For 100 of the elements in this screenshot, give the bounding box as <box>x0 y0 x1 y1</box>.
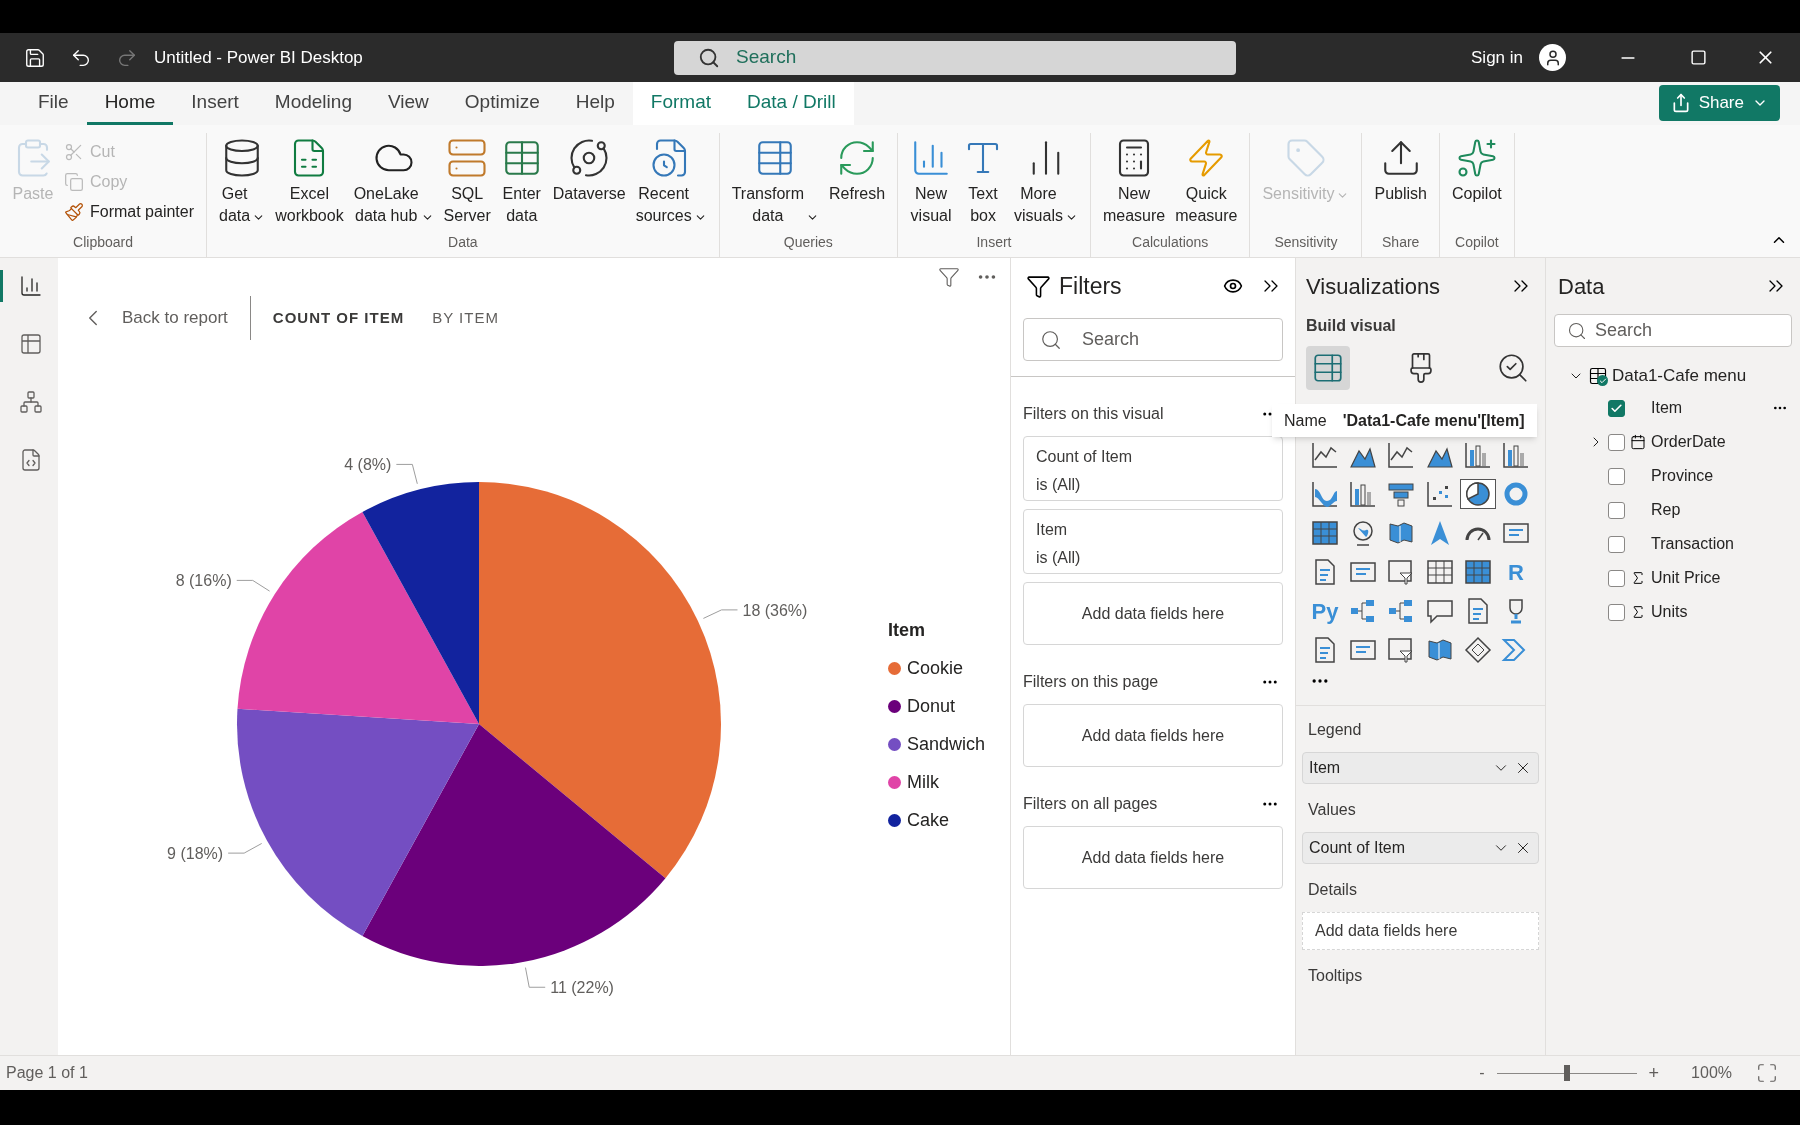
pane-title: Visualizations <box>1306 272 1441 301</box>
ribbon-button[interactable]: Quick measure <box>1171 133 1242 227</box>
search-field[interactable]: Search <box>1554 314 1792 347</box>
slider-thumb[interactable] <box>1563 1065 1570 1081</box>
filter-icon <box>1026 273 1051 299</box>
diamond-icon <box>1462 635 1493 665</box>
ribbon-button[interactable]: Transform data <box>727 133 823 227</box>
section-title: Filters on this page <box>1023 672 1159 692</box>
field-checkbox[interactable] <box>1608 433 1625 451</box>
ribbon-button[interactable]: Recent sources <box>631 133 711 227</box>
filter-condition: is (All) <box>1036 475 1082 495</box>
field-checkbox[interactable] <box>1608 603 1625 621</box>
filter-card[interactable]: Item is (All) <box>1023 509 1283 574</box>
zoom-in-button[interactable]: + <box>1644 1059 1664 1087</box>
ribbon-tab[interactable]: Format <box>632 82 730 125</box>
ribbon-button[interactable]: Excel workbook <box>271 133 348 227</box>
search-field[interactable]: Search <box>674 40 1236 75</box>
field-checkbox[interactable] <box>1608 399 1625 417</box>
tooltip-value: 'Data1-Cafe menu'[Item] <box>1342 410 1525 431</box>
table-icon <box>1462 557 1493 587</box>
eye-icon[interactable] <box>1223 276 1243 296</box>
sign-in-link[interactable]: Sign in <box>1471 44 1523 71</box>
ribbon-tab[interactable]: Help <box>557 82 633 125</box>
ribbon-button[interactable]: More visuals <box>1010 133 1082 227</box>
drop-zone[interactable]: Add data fields here <box>1023 582 1283 645</box>
ribbon-button[interactable]: Enter data <box>496 133 547 227</box>
tooltip-key: Name <box>1284 408 1327 433</box>
field-checkbox[interactable] <box>1608 501 1625 519</box>
button-label: New measure <box>1102 184 1166 226</box>
ribbon-tab[interactable]: Optimize <box>446 82 558 125</box>
button-label: SQL Server <box>443 184 491 226</box>
ribbon-button[interactable]: Refresh <box>825 133 890 205</box>
ribbon-button[interactable]: New visual <box>906 133 957 227</box>
table-icon <box>1424 557 1455 587</box>
model-icon <box>18 390 43 414</box>
legend-label: Sandwich <box>907 733 986 756</box>
field-checkbox[interactable] <box>1608 569 1625 587</box>
ribbon-tab[interactable]: View <box>369 82 447 125</box>
ribbon-button[interactable]: Dataverse <box>548 133 630 205</box>
field-name[interactable]: OrderDate <box>1651 430 1788 454</box>
legend-title: Item <box>888 619 926 642</box>
share-button[interactable]: Share <box>1658 85 1780 121</box>
field-checkbox[interactable] <box>1608 535 1625 553</box>
ribbon-button[interactable]: Format painter <box>60 197 199 227</box>
zoom-slider[interactable] <box>1496 1065 1637 1081</box>
button-label: Quick measure <box>1175 184 1238 226</box>
fit-page-icon[interactable] <box>1756 1062 1778 1084</box>
drop-zone[interactable]: Add data fields here <box>1023 826 1283 889</box>
analytics-icon <box>1496 351 1530 385</box>
filter-icon[interactable] <box>938 266 960 288</box>
ribbon-tab[interactable]: Insert <box>173 82 257 125</box>
bar-chart-icon <box>1500 440 1531 470</box>
back-to-report-link[interactable]: Back to report <box>80 305 228 331</box>
ribbon-button[interactable]: New measure <box>1098 133 1170 227</box>
button-label: Format painter <box>90 202 195 222</box>
field-checkbox[interactable] <box>1608 467 1625 485</box>
visual-type-button[interactable] <box>1459 479 1496 509</box>
button-label: Copilot <box>1451 184 1502 204</box>
field-name[interactable]: Province <box>1651 464 1788 488</box>
field-pill[interactable]: Count of Item <box>1302 832 1539 864</box>
server-icon <box>446 137 489 179</box>
ribbon-button[interactable]: SQL Server <box>439 133 495 227</box>
filter-card[interactable]: Count of Item is (All) <box>1023 436 1283 501</box>
table-name[interactable]: Data1-Cafe menu <box>1612 363 1747 389</box>
fields-icon <box>1311 351 1345 385</box>
button-label: More visuals <box>1014 184 1063 226</box>
ribbon-button[interactable]: OneLake data hub <box>349 133 438 227</box>
search-field[interactable]: Search <box>1023 318 1283 361</box>
ribbon-button[interactable]: Publish <box>1370 133 1431 205</box>
field-name[interactable]: Item <box>1651 396 1772 420</box>
field-name[interactable]: Rep <box>1651 498 1788 522</box>
group-label: Copilot <box>1455 233 1499 252</box>
drop-zone[interactable]: Add data fields here <box>1023 704 1283 767</box>
save-icon[interactable] <box>24 46 46 69</box>
search-icon <box>1567 320 1587 341</box>
field-name[interactable]: Units <box>1651 600 1788 624</box>
field-name[interactable]: Unit Price <box>1651 566 1788 590</box>
field-name[interactable]: Transaction <box>1651 532 1788 556</box>
leader-line <box>227 842 263 854</box>
drill-heading[interactable]: COUNT OF ITEM <box>272 306 405 330</box>
maximize-icon[interactable] <box>1690 49 1707 66</box>
search-icon <box>1040 328 1062 351</box>
group-label: Calculations <box>1132 233 1209 252</box>
drill-heading[interactable]: BY ITEM <box>432 306 499 330</box>
drop-zone[interactable]: Add data fields here <box>1302 912 1539 950</box>
field-pill[interactable]: Item <box>1302 752 1539 784</box>
user-icon[interactable] <box>1539 44 1566 71</box>
ribbon-tab[interactable]: Data / Drill <box>729 82 854 125</box>
well-title: Values <box>1307 800 1357 820</box>
zoom-out-button[interactable]: - <box>1475 1061 1489 1085</box>
button-label: Cut <box>90 142 115 162</box>
ribbon-tab[interactable]: Modeling <box>256 82 370 125</box>
ribbon-button[interactable]: Copilot <box>1447 133 1506 205</box>
ribbon-tab[interactable]: File <box>20 82 87 125</box>
bar-chart-icon <box>1462 440 1493 470</box>
well-title: Details <box>1307 880 1358 900</box>
window-title: Untitled - Power BI Desktop <box>154 46 364 69</box>
ribbon-button[interactable]: Get data <box>215 133 270 227</box>
ribbon-button[interactable]: Text box <box>958 133 1009 227</box>
table-icon <box>1310 518 1341 548</box>
